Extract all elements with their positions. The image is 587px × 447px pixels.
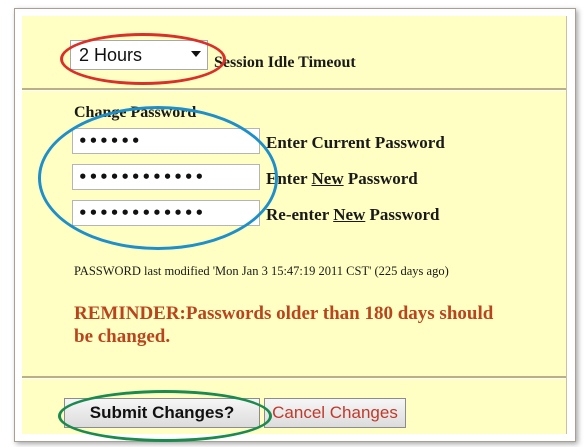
current-password-label: Enter Current Password: [266, 133, 445, 152]
session-timeout-label: Session Idle Timeout: [214, 54, 356, 71]
cancel-changes-button[interactable]: Cancel Changes: [264, 398, 406, 428]
divider: [22, 88, 566, 91]
new-password-label-suffix: Password: [343, 169, 418, 188]
new-word: New: [311, 169, 344, 188]
session-timeout-select[interactable]: 2 Hours: [70, 40, 208, 70]
session-timeout-value: 2 Hours: [79, 44, 143, 65]
new-password-field[interactable]: ••••••••••••: [72, 164, 260, 190]
reenter-password-label-suffix: Password: [365, 205, 440, 224]
reenter-password-label-prefix: Re-enter: [266, 205, 334, 224]
chevron-down-icon[interactable]: [191, 51, 201, 57]
new-password-label: Enter New Password: [266, 169, 418, 189]
new-password-label-prefix: Enter: [266, 169, 312, 188]
submit-changes-button[interactable]: Submit Changes?: [64, 398, 260, 428]
reenter-password-label: Re-enter New Password: [266, 205, 439, 225]
password-last-modified: PASSWORD last modified 'Mon Jan 3 15:47:…: [74, 264, 449, 278]
current-password-field[interactable]: ••••••: [72, 128, 260, 154]
change-password-heading: Change Password: [74, 104, 197, 121]
reenter-password-field[interactable]: ••••••••••••: [72, 200, 260, 226]
new-word: New: [333, 205, 366, 224]
divider: [22, 376, 566, 379]
password-reminder: REMINDER:Passwords older than 180 days s…: [74, 303, 494, 347]
